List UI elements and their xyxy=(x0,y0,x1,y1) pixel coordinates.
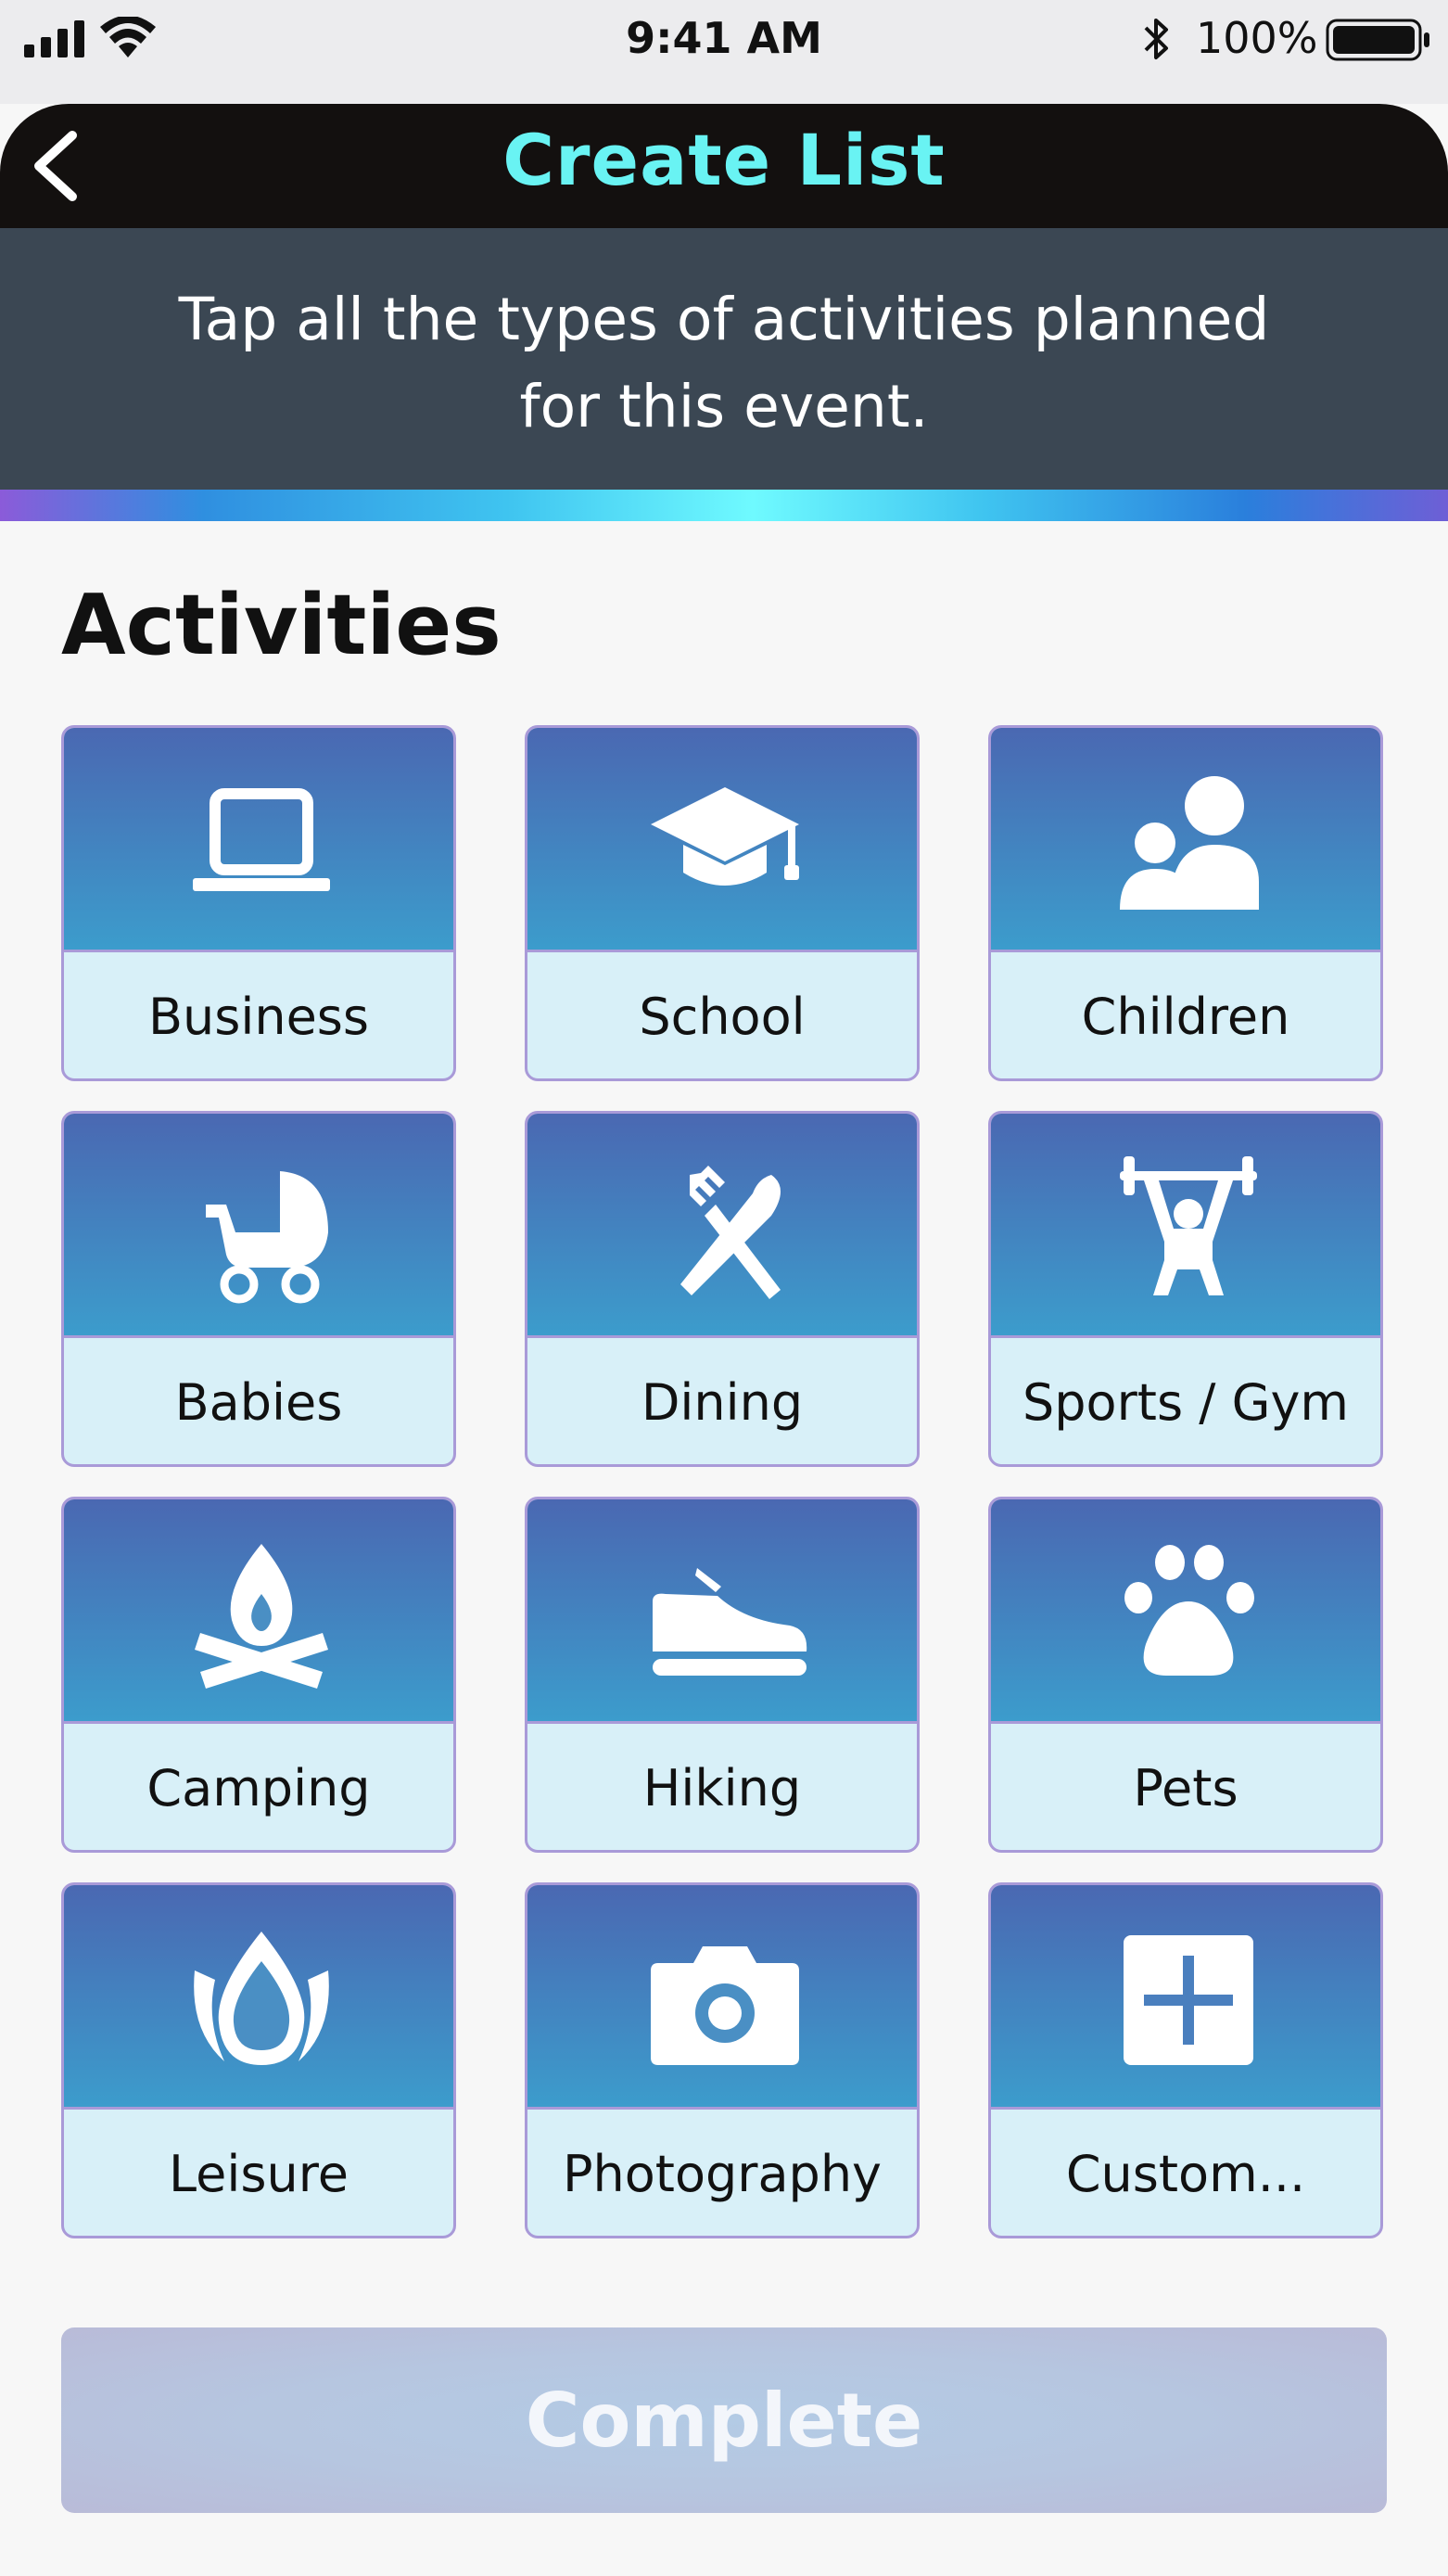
plus-square-icon xyxy=(1124,1935,1253,2065)
graduation-cap-icon xyxy=(651,787,799,886)
instruction-banner: Tap all the types of activities planned … xyxy=(0,228,1448,490)
accent-gradient-bar xyxy=(0,490,1448,521)
bluetooth-icon xyxy=(1144,19,1168,59)
activity-label: Babies xyxy=(174,1372,343,1432)
nav-header: Create List xyxy=(0,104,1448,228)
fork-knife-icon xyxy=(680,1166,781,1299)
activity-label: Pets xyxy=(1133,1758,1238,1817)
activity-label: Sports / Gym xyxy=(1022,1372,1350,1432)
create-list-screen: 9:41 AM 100% Create List Tap all the typ… xyxy=(0,0,1448,2576)
activity-tile-custom[interactable]: Custom... xyxy=(988,1882,1383,2238)
parent-child-icon xyxy=(1120,776,1259,910)
activity-tile-school[interactable]: School xyxy=(525,725,920,1081)
activity-label: School xyxy=(639,987,806,1046)
lotus-icon xyxy=(194,1932,329,2065)
camera-icon xyxy=(651,1946,799,2065)
activity-tile-pets[interactable]: Pets xyxy=(988,1497,1383,1853)
activity-label: Custom... xyxy=(1065,2144,1306,2203)
activity-tile-photography[interactable]: Photography xyxy=(525,1882,920,2238)
laptop-icon xyxy=(193,788,330,891)
activity-tile-business[interactable]: Business xyxy=(61,725,456,1081)
activity-tile-leisure[interactable]: Leisure xyxy=(61,1882,456,2238)
stroller-icon xyxy=(206,1171,328,1304)
activity-tile-dining[interactable]: Dining xyxy=(525,1111,920,1467)
instruction-text: Tap all the types of activities planned … xyxy=(178,286,1270,440)
activity-label: Dining xyxy=(641,1372,804,1432)
campfire-icon xyxy=(195,1544,328,1689)
activity-label: Photography xyxy=(562,2144,883,2203)
shoe-icon xyxy=(653,1568,807,1676)
activity-tile-camping[interactable]: Camping xyxy=(61,1497,456,1853)
activity-label: Leisure xyxy=(169,2144,349,2203)
activity-label: Hiking xyxy=(642,1758,802,1817)
activity-tile-children[interactable]: Children xyxy=(988,725,1383,1081)
activity-label: Business xyxy=(147,987,370,1046)
activity-tile-hiking[interactable]: Hiking xyxy=(525,1497,920,1853)
weightlifting-icon xyxy=(1120,1156,1257,1295)
page-title: Create List xyxy=(502,119,946,201)
activity-tile-sports-gym[interactable]: Sports / Gym xyxy=(988,1111,1383,1467)
activities-grid: Business School Children Babies Dining S… xyxy=(61,725,1385,2238)
status-bar: 9:41 AM 100% xyxy=(0,0,1448,104)
battery-icon xyxy=(1326,19,1429,61)
activity-tile-babies[interactable]: Babies xyxy=(61,1111,456,1467)
activity-label: Children xyxy=(1081,987,1290,1046)
complete-button[interactable]: Complete xyxy=(61,2327,1387,2513)
paw-icon xyxy=(1124,1545,1254,1676)
section-title: Activities xyxy=(61,577,502,674)
activity-label: Camping xyxy=(146,1758,371,1817)
battery-percent: 100% xyxy=(1196,13,1318,63)
